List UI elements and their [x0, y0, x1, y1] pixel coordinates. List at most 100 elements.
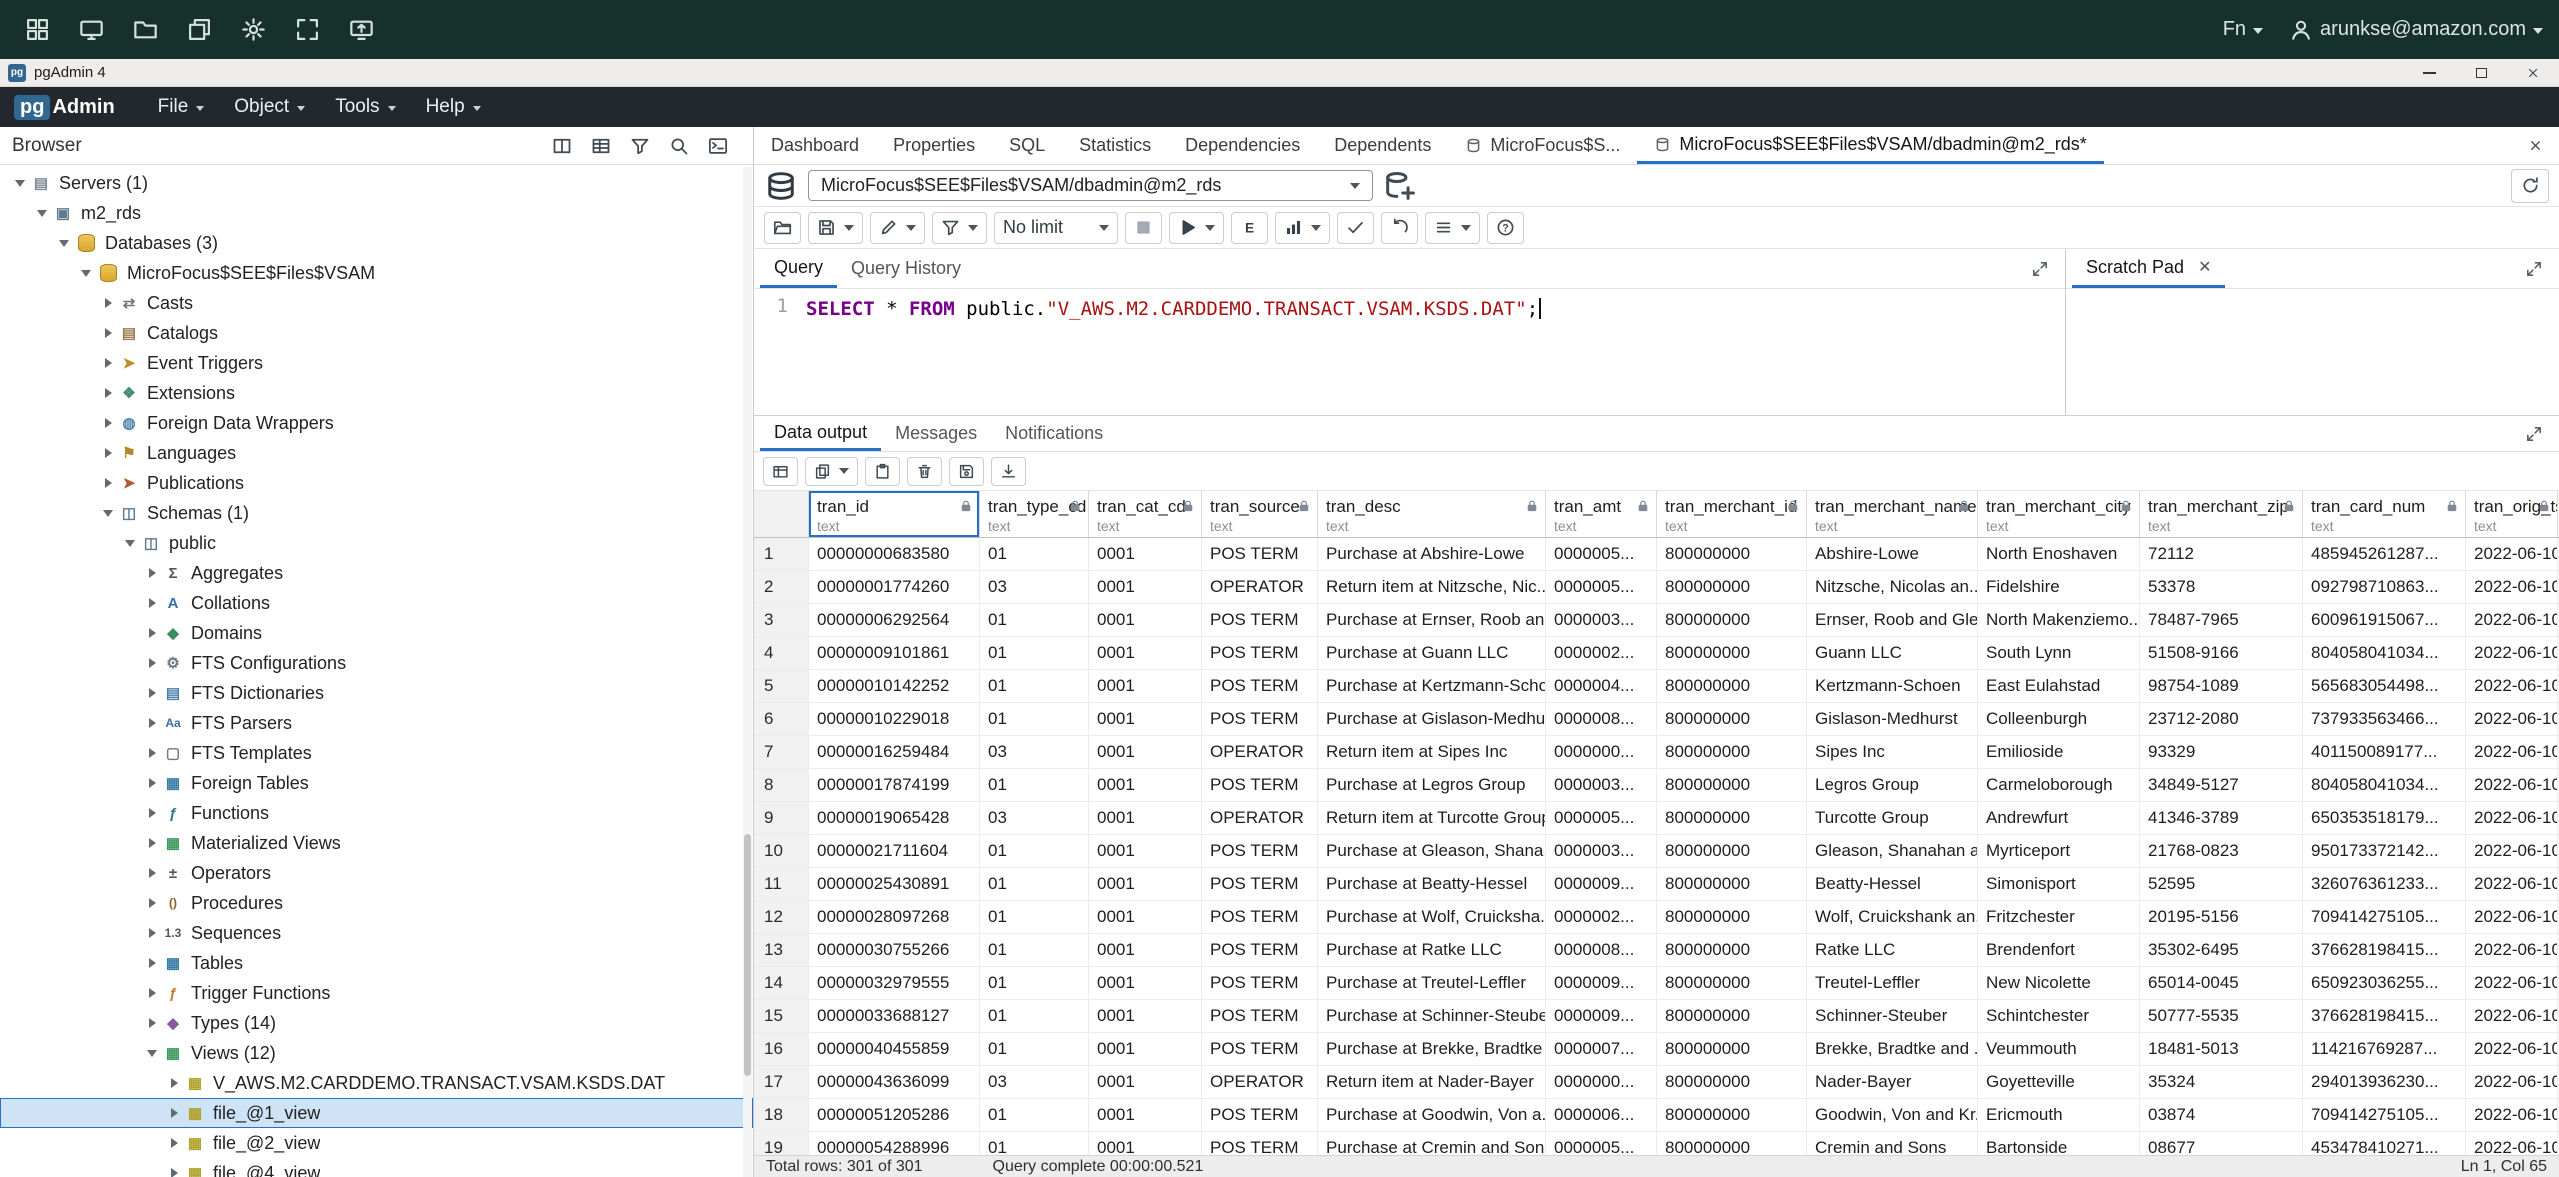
row-number[interactable]: 12	[754, 901, 809, 933]
cell[interactable]: 00000021711604	[809, 835, 980, 867]
cell[interactable]: 0000003...	[1546, 835, 1657, 867]
cell[interactable]: Nader-Bayer	[1807, 1066, 1978, 1098]
tree-item[interactable]: ▦V_AWS.M2.CARDDEMO.TRANSACT.VSAM.KSDS.DA…	[0, 1068, 753, 1098]
explain-analyze-caret-icon[interactable]	[1311, 225, 1321, 231]
cell[interactable]: 800000000	[1657, 769, 1807, 801]
cell[interactable]: 00000019065428	[809, 802, 980, 834]
close-tabs-button[interactable]	[2512, 127, 2559, 164]
main-tab[interactable]: Properties	[876, 127, 992, 164]
main-tab[interactable]: Statistics	[1062, 127, 1168, 164]
rollback-button[interactable]	[1381, 212, 1418, 244]
cell[interactable]: OPERATOR	[1202, 802, 1318, 834]
limit-select[interactable]: No limit	[994, 212, 1118, 244]
cell[interactable]: Gislason-Medhurst	[1807, 703, 1978, 735]
scratch-pad-editor[interactable]	[2066, 289, 2559, 415]
fullscreen-button[interactable]	[286, 9, 328, 51]
explain-analyze-button[interactable]	[1275, 212, 1330, 244]
sql-code-line[interactable]: SELECT * FROM public."V_AWS.M2.CARDDEMO.…	[800, 289, 1541, 415]
chevron-right-icon[interactable]	[142, 838, 162, 848]
cell[interactable]: Guann LLC	[1807, 637, 1978, 669]
cell[interactable]: Return item at Turcotte Group	[1318, 802, 1546, 834]
column-header-tran_id[interactable]: tran_idtext	[809, 491, 980, 537]
cell[interactable]: 0000000...	[1546, 1066, 1657, 1098]
cell[interactable]: 950173372142...	[2303, 835, 2466, 867]
chevron-right-icon[interactable]	[142, 898, 162, 908]
cell[interactable]: 0000002...	[1546, 637, 1657, 669]
cell[interactable]: 2022-06-10...	[2466, 736, 2558, 768]
cell[interactable]: 800000000	[1657, 901, 1807, 933]
cell[interactable]: New Nicolette	[1978, 967, 2140, 999]
cell[interactable]: 03	[980, 571, 1089, 603]
cell[interactable]: 0001	[1089, 1033, 1202, 1065]
cell[interactable]: 800000000	[1657, 1066, 1807, 1098]
windows-copy-button[interactable]	[178, 9, 220, 51]
cell[interactable]: Andrewfurt	[1978, 802, 2140, 834]
cell[interactable]: 0001	[1089, 835, 1202, 867]
cell[interactable]: 01	[980, 769, 1089, 801]
main-tab[interactable]: SQL	[992, 127, 1062, 164]
cell[interactable]: 01	[980, 835, 1089, 867]
tree-scrollbar[interactable]	[743, 167, 752, 1177]
row-number[interactable]: 10	[754, 835, 809, 867]
cell[interactable]: 01	[980, 934, 1089, 966]
cell[interactable]: Veummouth	[1978, 1033, 2140, 1065]
cell[interactable]: POS TERM	[1202, 1000, 1318, 1032]
cell[interactable]: 0000008...	[1546, 703, 1657, 735]
search-button[interactable]	[664, 131, 694, 161]
cancel-query-button[interactable]	[1125, 212, 1162, 244]
cell[interactable]: OPERATOR	[1202, 571, 1318, 603]
cell[interactable]: 2022-06-10...	[2466, 703, 2558, 735]
menu-object[interactable]: Object	[219, 87, 320, 127]
chevron-right-icon[interactable]	[142, 958, 162, 968]
chevron-right-icon[interactable]	[142, 928, 162, 938]
cell[interactable]: 0000009...	[1546, 967, 1657, 999]
cell[interactable]: 401150089177...	[2303, 736, 2466, 768]
cell[interactable]: 08677	[2140, 1132, 2303, 1155]
row-number[interactable]: 18	[754, 1099, 809, 1131]
cell[interactable]: POS TERM	[1202, 1033, 1318, 1065]
chevron-right-icon[interactable]	[98, 448, 118, 458]
cell[interactable]: Purchase at Treutel-Leffler	[1318, 967, 1546, 999]
cell[interactable]: Purchase at Beatty-Hessel	[1318, 868, 1546, 900]
cell[interactable]: 2022-06-10...	[2466, 1132, 2558, 1155]
save-button[interactable]	[808, 212, 863, 244]
execute-button[interactable]	[1169, 212, 1224, 244]
cell[interactable]: Purchase at Gleason, Shana...	[1318, 835, 1546, 867]
tree-item[interactable]: ()Procedures	[0, 888, 753, 918]
cell[interactable]: Cremin and Sons	[1807, 1132, 1978, 1155]
cell[interactable]: POS TERM	[1202, 967, 1318, 999]
cell[interactable]: 53378	[2140, 571, 2303, 603]
main-tab[interactable]: Dependents	[1317, 127, 1448, 164]
apps-grid-button[interactable]	[16, 9, 58, 51]
filter-button[interactable]	[625, 131, 655, 161]
cell[interactable]: Schinner-Steuber	[1807, 1000, 1978, 1032]
help-button[interactable]: ?	[1487, 212, 1524, 244]
cell[interactable]: 0000005...	[1546, 1132, 1657, 1155]
cell[interactable]: 00000010142252	[809, 670, 980, 702]
cell[interactable]: 800000000	[1657, 967, 1807, 999]
row-number[interactable]: 5	[754, 670, 809, 702]
tree-item[interactable]: ➤Event Triggers	[0, 348, 753, 378]
cell[interactable]: 03874	[2140, 1099, 2303, 1131]
screen-share-button[interactable]	[340, 9, 382, 51]
filter-caret-icon[interactable]	[968, 225, 978, 231]
row-number[interactable]: 15	[754, 1000, 809, 1032]
column-header-tran_cat_cd[interactable]: tran_cat_cdtext	[1089, 491, 1202, 537]
cell[interactable]: 2022-06-10...	[2466, 637, 2558, 669]
cell[interactable]: Purchase at Ernser, Roob an...	[1318, 604, 1546, 636]
chevron-right-icon[interactable]	[142, 868, 162, 878]
cell[interactable]: Purchase at Legros Group	[1318, 769, 1546, 801]
cell[interactable]: 0001	[1089, 1132, 1202, 1155]
cell[interactable]: 01	[980, 868, 1089, 900]
tab-messages[interactable]: Messages	[881, 416, 991, 451]
cell[interactable]: Carmeloborough	[1978, 769, 2140, 801]
cell[interactable]: 800000000	[1657, 604, 1807, 636]
connection-select[interactable]: MicroFocus$SEE$Files$VSAM/dbadmin@m2_rds	[808, 170, 1373, 201]
cell[interactable]: 52595	[2140, 868, 2303, 900]
cell[interactable]: 35324	[2140, 1066, 2303, 1098]
chevron-right-icon[interactable]	[164, 1078, 184, 1088]
cell[interactable]: North Makenziemo...	[1978, 604, 2140, 636]
row-number[interactable]: 4	[754, 637, 809, 669]
commit-button[interactable]	[1337, 212, 1374, 244]
cell[interactable]: Fritzchester	[1978, 901, 2140, 933]
